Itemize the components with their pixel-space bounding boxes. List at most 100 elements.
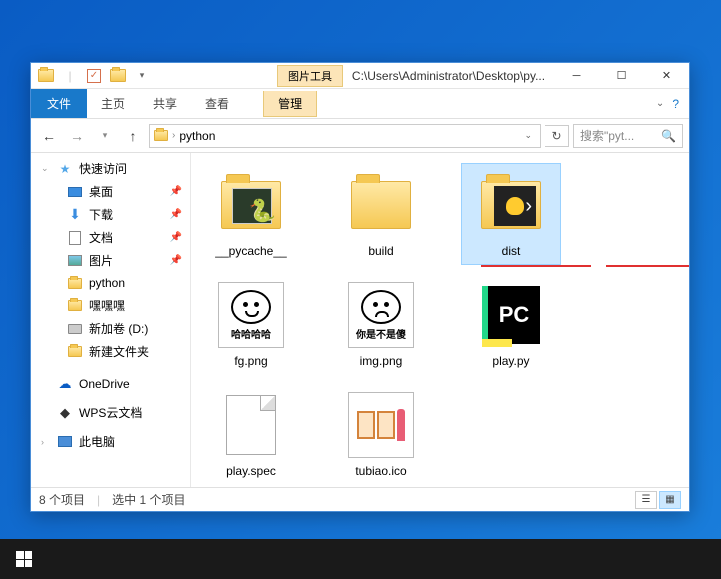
help-icon[interactable]: ? <box>672 97 679 111</box>
pin-icon: 📌 <box>170 186 182 197</box>
address-dropdown-icon[interactable]: ⌄ <box>520 130 536 141</box>
status-item-count: 8 个项目 <box>39 491 85 508</box>
sidebar-item-label: 下载 <box>89 206 113 223</box>
forward-button[interactable]: → <box>65 124 89 148</box>
ribbon-tab-home[interactable]: 主页 <box>87 89 139 118</box>
sidebar-item-heiheihei[interactable]: 嘿嘿嘿 <box>31 294 190 317</box>
annotation-underline <box>481 265 591 267</box>
picture-icon <box>68 255 82 266</box>
ribbon: 文件 主页 共享 查看 管理 ⌄ ? <box>31 89 689 119</box>
sidebar-quick-access[interactable]: ⌄ ★ 快速访问 <box>31 157 190 180</box>
sidebar-item-desktop[interactable]: 桌面📌 <box>31 180 190 203</box>
close-button[interactable]: ✕ <box>644 63 689 89</box>
sidebar-item-pictures[interactable]: 图片📌 <box>31 249 190 272</box>
sidebar-wps[interactable]: ◆ WPS云文档 <box>31 401 190 424</box>
image-thumbnail: 哈哈哈哈 <box>218 282 284 348</box>
sidebar-item-label: WPS云文档 <box>79 404 142 421</box>
desktop-icon <box>68 187 82 197</box>
image-caption: 哈哈哈哈 <box>231 326 271 341</box>
file-label: tubiao.ico <box>355 464 406 478</box>
navigation-pane: ⌄ ★ 快速访问 桌面📌 ⬇ 下载 📌 文档📌 图片📌 python 嘿嘿嘿 新加卷… <box>31 153 191 487</box>
star-icon: ★ <box>57 161 73 177</box>
file-item-img-png[interactable]: 你是不是傻 img.png <box>331 273 431 375</box>
file-icon <box>226 395 276 455</box>
sidebar-item-python[interactable]: python <box>31 272 190 294</box>
file-item-fg-png[interactable]: 哈哈哈哈 fg.png <box>201 273 301 375</box>
file-item-pycache[interactable]: 🐍 __pycache__ <box>201 163 301 265</box>
qat-dropdown-icon[interactable]: ▾ <box>131 65 153 87</box>
ribbon-file-tab[interactable]: 文件 <box>31 89 87 118</box>
new-folder-icon[interactable] <box>107 65 129 87</box>
sidebar-item-label: 新加卷 (D:) <box>89 320 148 337</box>
window-controls: ─ ☐ ✕ <box>554 63 689 89</box>
sidebar-item-label: python <box>89 276 125 290</box>
navigation-bar: ← → ▾ ↑ › python ⌄ ↻ 搜索"pyt... 🔍 <box>31 119 689 153</box>
view-toggle: ☰ ▦ <box>635 491 681 509</box>
status-selection: 选中 1 个项目 <box>112 491 185 508</box>
search-placeholder: 搜索"pyt... <box>580 127 634 144</box>
wps-icon: ◆ <box>57 405 73 421</box>
chevron-right-icon[interactable]: › <box>41 437 51 447</box>
properties-icon[interactable]: ✓ <box>83 65 105 87</box>
pin-icon: 📌 <box>170 255 182 266</box>
sidebar-this-pc[interactable]: ›此电脑 <box>31 430 190 453</box>
details-view-button[interactable]: ☰ <box>635 491 657 509</box>
folder-icon <box>154 130 168 141</box>
maximize-button[interactable]: ☐ <box>599 63 644 89</box>
ribbon-expand-icon[interactable]: ⌄ <box>656 98 664 109</box>
file-label: img.png <box>360 354 403 368</box>
file-label: play.spec <box>226 464 276 478</box>
drive-icon <box>68 324 82 334</box>
address-bar[interactable]: › python ⌄ <box>149 124 541 148</box>
start-button[interactable] <box>0 539 48 579</box>
ribbon-tab-share[interactable]: 共享 <box>139 89 191 118</box>
folder-icon[interactable] <box>35 65 57 87</box>
download-icon: ⬇ <box>67 207 83 223</box>
taskbar[interactable] <box>0 539 721 579</box>
image-caption: 你是不是傻 <box>356 326 406 341</box>
sidebar-item-label: 快速访问 <box>79 160 127 177</box>
windows-logo-icon <box>16 551 32 567</box>
file-label: dist <box>502 244 521 258</box>
explorer-window: | ✓ ▾ 图片工具 C:\Users\Administrator\Deskto… <box>30 62 690 512</box>
up-button[interactable]: ↑ <box>121 124 145 148</box>
chevron-down-icon[interactable]: ⌄ <box>41 163 51 174</box>
file-list[interactable]: 🐍 __pycache__ build dist 哈哈哈哈 fg.png 你是不… <box>191 153 689 487</box>
folder-icon <box>351 181 411 229</box>
file-label: fg.png <box>234 354 267 368</box>
context-tab-title: 图片工具 <box>277 65 343 87</box>
recent-dropdown-icon[interactable]: ▾ <box>93 124 117 148</box>
refresh-button[interactable]: ↻ <box>545 125 569 147</box>
ribbon-context-manage[interactable]: 管理 <box>263 91 317 117</box>
minimize-button[interactable]: ─ <box>554 63 599 89</box>
breadcrumb-current[interactable]: python <box>179 129 215 143</box>
pc-icon <box>58 436 72 447</box>
quick-access-toolbar: | ✓ ▾ <box>31 65 157 87</box>
sidebar-item-downloads[interactable]: ⬇下载📌 <box>31 203 190 226</box>
folder-icon: 🐍 <box>221 181 281 229</box>
titlebar: | ✓ ▾ 图片工具 C:\Users\Administrator\Deskto… <box>31 63 689 89</box>
file-item-tubiao-ico[interactable]: tubiao.ico <box>331 383 431 485</box>
folder-icon <box>68 278 82 289</box>
file-label: __pycache__ <box>215 244 286 258</box>
status-bar: 8 个项目 | 选中 1 个项目 ☰ ▦ <box>31 487 689 511</box>
icons-view-button[interactable]: ▦ <box>659 491 681 509</box>
ribbon-tab-view[interactable]: 查看 <box>191 89 243 118</box>
file-item-dist[interactable]: dist <box>461 163 561 265</box>
file-item-play-spec[interactable]: play.spec <box>201 383 301 485</box>
file-item-build[interactable]: build <box>331 163 431 265</box>
folder-icon <box>481 181 541 229</box>
search-input[interactable]: 搜索"pyt... 🔍 <box>573 124 683 148</box>
image-thumbnail: 你是不是傻 <box>348 282 414 348</box>
folder-icon <box>68 300 82 311</box>
file-label: build <box>368 244 393 258</box>
ico-thumbnail <box>348 392 414 458</box>
pycharm-icon: PC <box>482 286 540 344</box>
sidebar-item-drive-d[interactable]: 新加卷 (D:) <box>31 317 190 340</box>
sidebar-item-newfolder[interactable]: 新建文件夹 <box>31 340 190 363</box>
file-item-play-py[interactable]: PC play.py <box>461 273 561 375</box>
sidebar-onedrive[interactable]: ☁OneDrive <box>31 373 190 395</box>
document-icon <box>69 231 81 245</box>
sidebar-item-documents[interactable]: 文档📌 <box>31 226 190 249</box>
back-button[interactable]: ← <box>37 124 61 148</box>
